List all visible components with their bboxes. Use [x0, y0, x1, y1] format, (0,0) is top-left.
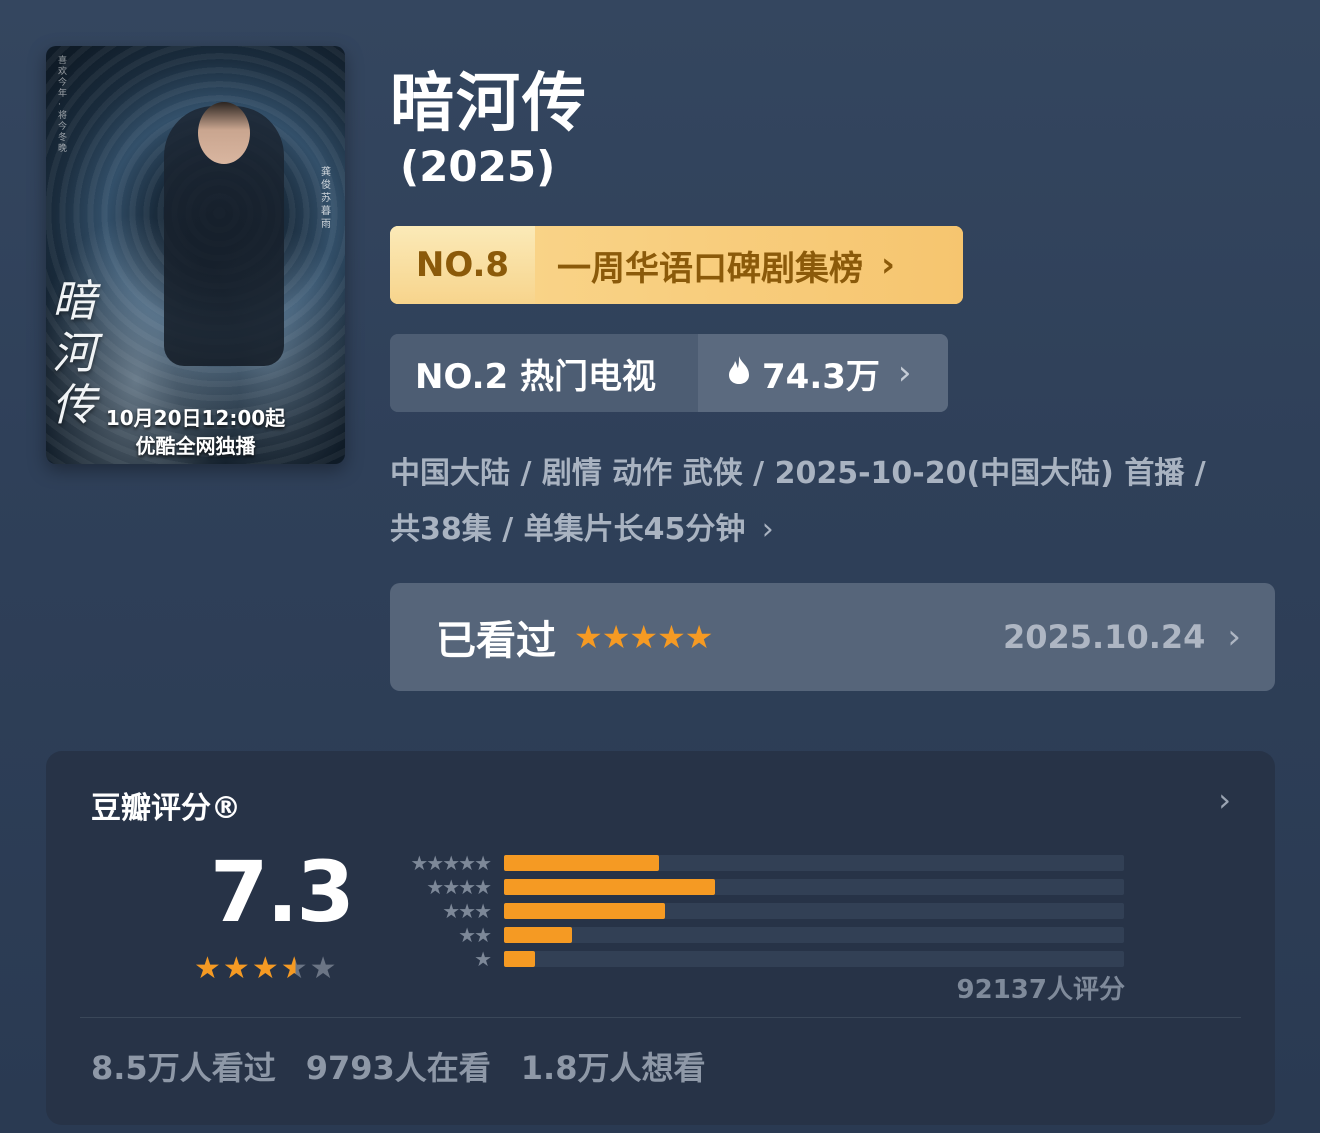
hot-tv-rank-badge[interactable]: NO.2 热门电视 74.3万 › [390, 334, 948, 412]
rating-score: 7.3 [210, 843, 355, 941]
dist-row-2: ★★ [384, 923, 1129, 947]
dist-row-1: ★ [384, 947, 1129, 971]
dist-row-4: ★★★★ [384, 875, 1129, 899]
dist-bar-4 [504, 879, 715, 895]
rating-card-title: 豆瓣评分® [91, 791, 241, 826]
douban-rating-card[interactable]: 豆瓣评分® › 7.3 ★★★★★ ★★★★★ ★★★★ ★★★ ★★ ★ 92… [46, 751, 1275, 1125]
chevron-right-icon: › [1227, 617, 1241, 657]
star-empty-icon: ★ [309, 951, 339, 986]
dist-row-5: ★★★★★ [384, 851, 1129, 875]
chevron-right-icon: › [881, 245, 896, 285]
hot-tv-heat-value: 74.3万 [762, 356, 880, 397]
dist-track [504, 879, 1124, 895]
stat-watching[interactable]: 9793人在看 [306, 1043, 491, 1089]
watched-status-bar[interactable]: 已看过 ★★★★★ 2025.10.24 › [390, 583, 1275, 691]
rating-stars: ★★★★★ [194, 951, 339, 986]
weekly-rank-badge[interactable]: NO.8 一周华语口碑剧集榜 › [390, 226, 963, 304]
poster-caption-line2: 优酷全网独播 [135, 434, 256, 458]
stat-want[interactable]: 1.8万人想看 [521, 1043, 706, 1089]
flame-icon-svg [729, 355, 749, 384]
dist-bar-5 [504, 855, 659, 871]
half-star-icon: ★ [280, 951, 310, 986]
dist-bar-3 [504, 903, 666, 919]
poster-side-text-left: 喜欢今年·将今冬晚 [58, 56, 68, 154]
meta-line2-wrap: 共38集 / 单集片长45分钟 › [390, 502, 1270, 558]
poster-figure-head [198, 102, 250, 164]
dist-track [504, 855, 1124, 871]
stat-watched[interactable]: 8.5万人看过 [91, 1043, 276, 1089]
watched-date: 2025.10.24 [1002, 618, 1206, 656]
release-year: (2025) [400, 142, 556, 191]
dist-row-3: ★★★ [384, 899, 1129, 923]
chevron-right-icon: › [897, 353, 912, 393]
poster-caption-line1: 10月20日12:00起 [105, 406, 286, 430]
rating-count: 92137人评分 [956, 975, 1125, 1005]
meta-line1: 中国大陆 / 剧情 动作 武侠 / 2025-10-20(中国大陆) 首播 / [390, 456, 1206, 491]
rating-distribution: ★★★★★ ★★★★ ★★★ ★★ ★ [384, 851, 1129, 971]
dist-track [504, 927, 1124, 943]
audience-stats: 8.5万人看过 9793人在看 1.8万人想看 [91, 1043, 705, 1089]
chevron-right-icon[interactable]: › [1218, 781, 1231, 819]
card-divider [80, 1017, 1241, 1018]
watched-label: 已看过 [436, 618, 556, 664]
dist-track [504, 903, 1124, 919]
poster-side-text-right: 龚俊苏暮雨 [321, 167, 331, 230]
star-icon: ★ [251, 951, 281, 986]
page-title: 暗河传 [390, 67, 588, 141]
chevron-right-icon: › [761, 512, 774, 547]
dist-bar-1 [504, 951, 535, 967]
star-icon: ★ [222, 951, 252, 986]
weekly-rank-number: NO.8 [390, 226, 535, 304]
star-icon: ★ [194, 951, 223, 986]
dist-stars-4: ★★★★ [426, 875, 492, 899]
weekly-rank-label-wrap: 一周华语口碑剧集榜 › [535, 226, 963, 304]
poster-image[interactable]: 喜欢今年·将今冬晚 龚俊苏暮雨 暗河传 10月20日12:00起 优酷全网独播 [46, 46, 345, 464]
weekly-rank-label: 一周华语口碑剧集榜 [557, 248, 863, 289]
meta-line2: 共38集 / 单集片长45分钟 [390, 512, 746, 547]
flame-icon [726, 355, 752, 392]
hot-tv-heat: 74.3万 › [698, 334, 948, 412]
dist-stars-2: ★★ [458, 923, 492, 947]
poster-caption: 10月20日12:00起 优酷全网独播 [46, 404, 345, 460]
my-rating-stars: ★★★★★ [574, 618, 713, 656]
dist-bar-2 [504, 927, 573, 943]
dist-stars-1: ★ [474, 947, 492, 971]
dist-stars-5: ★★★★★ [410, 851, 492, 875]
show-meta-info[interactable]: 中国大陆 / 剧情 动作 武侠 / 2025-10-20(中国大陆) 首播 / … [390, 446, 1270, 558]
dist-track [504, 951, 1124, 967]
dist-stars-3: ★★★ [442, 899, 492, 923]
hot-tv-rank-label: NO.2 热门电视 [390, 334, 698, 412]
